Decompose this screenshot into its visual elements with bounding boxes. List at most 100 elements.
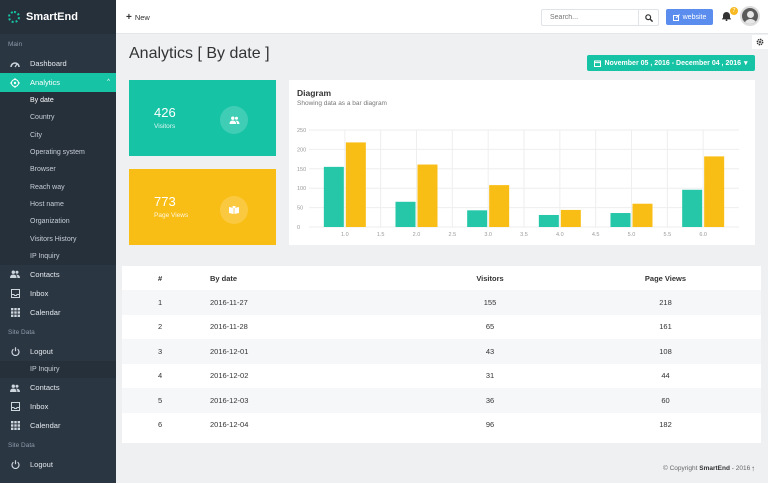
bar-chart: 250 200 150 100 50 0 1.0 1.5 2.0 2.5 3.0 3.5 4.0 4.5 5…	[297, 128, 739, 238]
sidebar-item-calendar-2[interactable]: Calendar	[0, 416, 116, 435]
bar-visitors	[538, 214, 559, 227]
y-tick-label: 200	[297, 147, 306, 153]
logo-icon	[8, 11, 20, 23]
column-header-date: By date	[210, 273, 238, 283]
x-tick-label: 2.5	[449, 232, 457, 238]
sidebar-subitem-browser[interactable]: Browser	[0, 161, 116, 179]
x-tick-label: 5.0	[628, 232, 636, 238]
bar-page-views	[560, 209, 581, 227]
sidebar-item-logout[interactable]: Logout	[0, 342, 116, 361]
section-site-data: Site Data	[8, 328, 35, 336]
search-icon[interactable]	[638, 10, 658, 25]
sidebar-item-inbox[interactable]: Inbox	[0, 284, 116, 303]
sidebar-item-label: Logout	[30, 460, 53, 470]
sidebar-subitem-by-date[interactable]: By date	[0, 92, 116, 110]
table-header-row: # By date Visitors Page Views	[122, 266, 761, 290]
sidebar-subitem-operating-system[interactable]: Operating system	[0, 143, 116, 162]
sidebar-item-contacts[interactable]: Contacts	[0, 265, 116, 284]
bar-visitors	[323, 166, 344, 227]
calendar-icon	[594, 60, 602, 67]
data-table: # By date Visitors Page Views 1 2016-11-…	[122, 266, 761, 437]
cell-index: 3	[122, 339, 210, 364]
bar-page-views	[345, 142, 366, 227]
cell-date: 2016-12-02	[210, 371, 249, 381]
notification-badge: 7	[730, 7, 738, 15]
sidebar-item-calendar[interactable]: Calendar	[0, 303, 116, 322]
brand-name: SmartEnd	[26, 11, 78, 23]
column-header-index: #	[158, 273, 163, 283]
cell-date: 2016-12-04	[210, 420, 249, 430]
power-icon	[10, 346, 20, 356]
x-tick-label: 1.5	[377, 232, 385, 238]
footer: © Copyright SmartEnd - 2016	[663, 465, 750, 472]
cell-index: 6	[158, 420, 163, 430]
sidebar-subitem-reach-way[interactable]: Reach way	[0, 178, 116, 196]
chevron-up-icon: ^	[107, 79, 110, 85]
cell-index: 4	[158, 371, 163, 381]
sidebar-subitem-city[interactable]: City	[0, 126, 116, 144]
visitors-count: 426	[154, 105, 176, 120]
brand[interactable]: SmartEnd	[0, 0, 116, 34]
cell-page-views: 161	[659, 322, 672, 332]
avatar-head	[747, 11, 754, 18]
table-row: 6 2016-12-04 96 182	[122, 413, 761, 438]
website-button[interactable]: website	[666, 9, 713, 25]
bar-visitors	[682, 189, 703, 227]
calendar-grid-icon	[10, 421, 20, 431]
cell-visitors: 96	[485, 420, 495, 430]
cell-date: 2016-12-01	[210, 339, 410, 364]
column-header-visitors: Visitors	[476, 273, 504, 283]
sidebar: SmartEnd Main Dashboard Analytics ^ By d…	[0, 0, 116, 483]
x-tick-label: 4.5	[592, 232, 600, 238]
sidebar-item-analytics[interactable]: Analytics ^	[0, 73, 116, 92]
cell-date: 2016-11-27	[210, 290, 410, 315]
external-link-icon	[672, 13, 680, 21]
cell-visitors: 43	[410, 339, 570, 364]
page-views-label: Page Views	[154, 212, 189, 219]
people-icon	[220, 106, 248, 134]
section-site-data-2: Site Data	[8, 442, 35, 450]
sidebar-item-inbox-2[interactable]: Inbox	[0, 397, 116, 416]
data-table-panel: # By date Visitors Page Views 1 2016-11-…	[122, 266, 761, 443]
sidebar-item-label: Logout	[30, 346, 53, 356]
bar-visitors	[610, 213, 631, 227]
cell-visitors: 36	[410, 388, 570, 413]
avatar-body	[744, 19, 757, 24]
inbox-icon	[10, 288, 20, 298]
scroll-top-arrow-icon[interactable]: ↑	[751, 464, 755, 473]
page-views-card: 773 Page Views	[129, 169, 276, 245]
sidebar-subitem-ip-inquiry[interactable]: IP Inquiry	[0, 247, 116, 265]
sidebar-item-contacts-2[interactable]: Contacts	[0, 378, 116, 397]
sidebar-subitem-host-name[interactable]: Host name	[0, 195, 116, 214]
people-icon	[10, 383, 20, 393]
date-range-label: November 05 , 2016 - December 04 , 2016	[604, 59, 742, 67]
sidebar-subitem-visitors-history[interactable]: Visitors History	[0, 230, 116, 248]
avatar[interactable]	[740, 6, 760, 26]
bar-page-views	[489, 185, 510, 227]
cell-date: 2016-12-03	[210, 388, 410, 413]
sidebar-subitem-ip-inquiry-2[interactable]: IP Inquiry	[0, 360, 116, 379]
date-range-picker[interactable]: November 05 , 2016 - December 04 , 2016 …	[587, 55, 755, 71]
cell-date: 2016-11-28	[210, 322, 248, 332]
new-button[interactable]: + New	[126, 12, 150, 23]
search-box	[541, 9, 659, 26]
bar-page-views	[704, 156, 725, 227]
cell-page-views: 44	[661, 371, 670, 381]
cell-page-views: 108	[570, 339, 761, 364]
table-row: 4 2016-12-02 31 44	[122, 364, 761, 389]
search-input[interactable]	[542, 10, 637, 25]
x-tick-label: 1.0	[341, 232, 349, 238]
cell-index: 1	[122, 290, 210, 315]
x-tick-label: 5.5	[664, 232, 672, 238]
page-title: Analytics [ By date ]	[129, 45, 270, 62]
sidebar-subitem-organization[interactable]: Organization	[0, 213, 116, 231]
bar-page-views	[417, 164, 438, 227]
gear-icon[interactable]	[752, 35, 768, 49]
y-tick-label: 0	[297, 225, 300, 231]
bar-visitors	[395, 201, 416, 227]
top-bar: +New website 7	[116, 0, 768, 34]
sidebar-item-logout-2[interactable]: Logout	[0, 455, 116, 474]
sidebar-item-dashboard[interactable]: Dashboard	[0, 54, 116, 73]
sidebar-subitem-country[interactable]: Country	[0, 109, 116, 127]
x-tick-label: 3.5	[520, 232, 528, 238]
